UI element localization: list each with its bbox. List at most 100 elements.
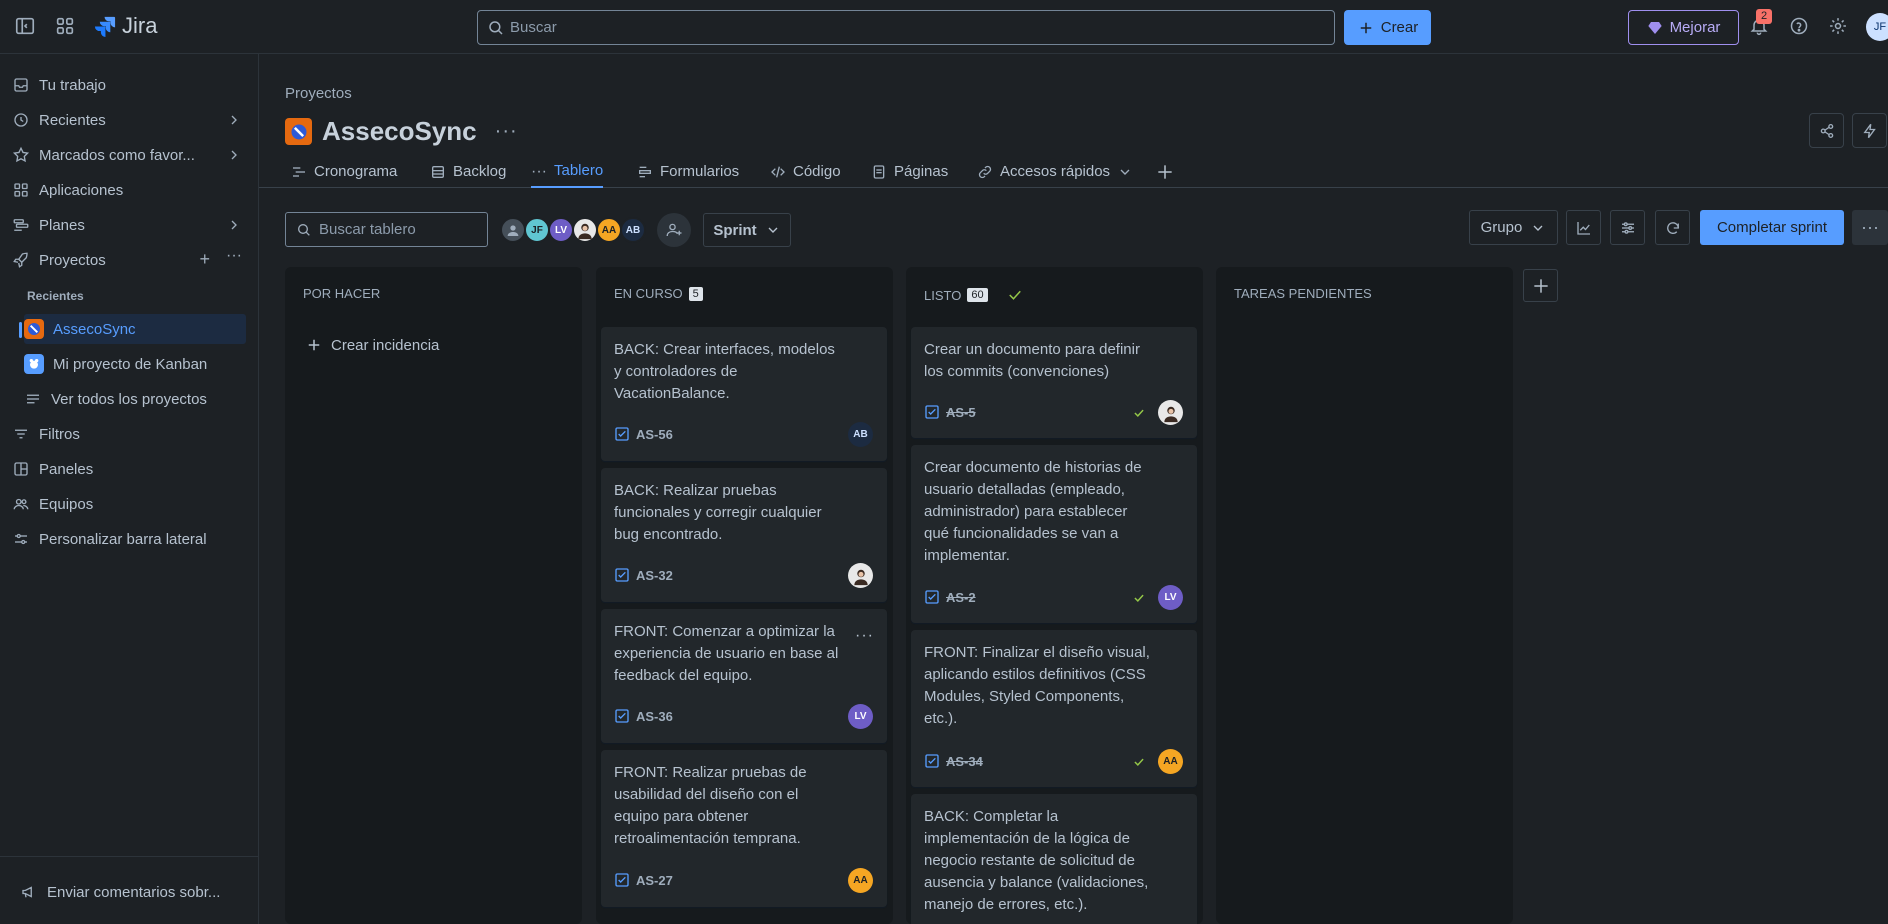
issue-key[interactable]: AS-5	[924, 404, 976, 420]
column-header: POR HACER	[303, 286, 380, 301]
issue-card[interactable]: BACK: Realizar pruebas funcionales y cor…	[601, 468, 887, 602]
issue-card[interactable]: FRONT: Finalizar el diseño visual, aplic…	[911, 630, 1197, 787]
assignee-avatar[interactable]: AA	[1158, 749, 1183, 774]
project-more-icon[interactable]: ···	[495, 120, 518, 143]
assignee-avatar[interactable]: AA	[848, 868, 873, 893]
done-check-icon	[1132, 591, 1146, 605]
sidebar-item-recientes[interactable]: Recientes	[12, 105, 250, 135]
app-switcher-icon[interactable]	[54, 15, 76, 37]
forms-icon	[637, 164, 653, 180]
sidebar-item-personalizar[interactable]: Personalizar barra lateral	[12, 524, 250, 554]
tab-label: Formularios	[660, 163, 740, 180]
dashboard-icon	[12, 460, 30, 478]
sidebar-item-marcados[interactable]: Marcados como favor...	[12, 140, 250, 170]
sidebar-item-equipos[interactable]: Equipos	[12, 489, 250, 519]
assignee-avatar[interactable]: LV	[1158, 585, 1183, 610]
issue-card[interactable]: BACK: Completar la implementación de la …	[911, 794, 1197, 924]
board-search-input[interactable]: Buscar tablero	[285, 212, 488, 247]
sprint-filter-dropdown[interactable]: Sprint	[703, 213, 791, 247]
sidebar-label: Recientes	[39, 111, 106, 129]
megaphone-icon	[20, 883, 38, 901]
sidebar-item-aplicaciones[interactable]: Aplicaciones	[12, 175, 250, 205]
assignee-avatar[interactable]: AB	[848, 422, 873, 447]
more-options-icon[interactable]: ···	[226, 247, 242, 265]
tab-accesos-rapidos[interactable]: Accesos rápidos	[977, 155, 1133, 188]
tab-codigo[interactable]: Código	[770, 155, 841, 188]
create-button-label: Crear	[1380, 19, 1419, 36]
avatar-filter[interactable]: LV	[548, 217, 574, 243]
issue-card[interactable]: FRONT: Realizar pruebas de usabilidad de…	[601, 750, 887, 907]
chevron-right-icon	[226, 147, 242, 163]
board-dots-icon: ···	[531, 162, 547, 180]
add-column-button[interactable]	[1523, 269, 1558, 302]
sidebar-item-filtros[interactable]: Filtros	[12, 419, 250, 449]
tab-backlog[interactable]: Backlog	[430, 155, 506, 188]
task-checkbox-icon	[924, 753, 940, 769]
sidebar-label: Mi proyecto de Kanban	[53, 355, 208, 373]
user-avatar[interactable]: JF	[1866, 13, 1888, 41]
issue-count-badge: 60	[967, 288, 988, 302]
issue-key[interactable]: AS-36	[614, 708, 673, 724]
card-more-icon[interactable]: ···	[855, 627, 874, 645]
photo-avatar-icon[interactable]	[848, 563, 873, 588]
avatar-filter[interactable]: AA	[596, 217, 622, 243]
top-navigation-bar: Jira Buscar Crear Mejorar 2 JF	[0, 0, 1888, 54]
photo-avatar-icon[interactable]	[572, 217, 598, 243]
sidebar-item-paneles[interactable]: Paneles	[12, 454, 250, 484]
recent-projects-heading: Recientes	[27, 289, 84, 303]
global-search-input[interactable]: Buscar	[477, 10, 1335, 45]
group-by-dropdown[interactable]: Grupo	[1469, 210, 1558, 245]
issue-card[interactable]: BACK: Crear interfaces, modelos y contro…	[601, 327, 887, 461]
create-issue-button[interactable]: Crear incidencia	[305, 336, 439, 354]
board-more-icon[interactable]: ···	[1852, 210, 1888, 245]
task-checkbox-icon	[614, 872, 630, 888]
tab-label: Tablero	[553, 162, 604, 179]
sidebar-label: Equipos	[39, 495, 94, 513]
add-people-icon[interactable]	[657, 213, 691, 247]
settings-gear-icon[interactable]	[1828, 16, 1850, 38]
automation-lightning-icon[interactable]	[1852, 113, 1887, 148]
sidebar-item-tu-trabajo[interactable]: Tu trabajo	[12, 70, 250, 100]
assignee-avatar[interactable]: LV	[848, 704, 873, 729]
add-project-icon[interactable]: +	[199, 249, 210, 270]
issue-card[interactable]: Crear un documento para definir los comm…	[911, 327, 1197, 438]
sidebar-label: Enviar comentarios sobr...	[47, 883, 221, 901]
photo-avatar-icon[interactable]	[1158, 400, 1183, 425]
issue-key[interactable]: AS-2	[924, 589, 976, 605]
share-icon[interactable]	[1809, 113, 1844, 148]
upgrade-button[interactable]: Mejorar	[1628, 10, 1739, 45]
send-feedback-button[interactable]: Enviar comentarios sobr...	[20, 877, 240, 907]
complete-sprint-button[interactable]: Completar sprint	[1700, 210, 1844, 245]
avatar-filter[interactable]: AB	[620, 217, 646, 243]
refresh-icon[interactable]	[1655, 210, 1690, 245]
chevron-down-icon	[1533, 225, 1543, 231]
sidebar-item-ver-todos[interactable]: Ver todos los proyectos	[24, 384, 246, 414]
task-checkbox-icon	[924, 404, 940, 420]
issue-key[interactable]: AS-32	[614, 567, 673, 583]
sidebar-item-proyectos[interactable]: Proyectos + ···	[12, 245, 250, 275]
breadcrumb[interactable]: Proyectos	[285, 85, 352, 102]
issue-key[interactable]: AS-56	[614, 426, 673, 442]
unassigned-avatar-icon[interactable]	[500, 217, 526, 243]
insights-chart-icon[interactable]	[1566, 210, 1601, 245]
search-icon	[487, 19, 505, 37]
create-button[interactable]: Crear	[1344, 10, 1431, 45]
view-settings-icon[interactable]	[1610, 210, 1645, 245]
tab-paginas[interactable]: Páginas	[871, 155, 948, 188]
sidebar-toggle-icon[interactable]	[14, 15, 36, 37]
backlog-icon	[430, 164, 446, 180]
issue-card[interactable]: FRONT: Comenzar a optimizar la experienc…	[601, 609, 887, 743]
jira-logo[interactable]: Jira	[94, 13, 157, 39]
sidebar-item-kanban[interactable]: Mi proyecto de Kanban	[24, 349, 246, 379]
issue-card[interactable]: Crear documento de historias de usuario …	[911, 445, 1197, 623]
avatar-filter[interactable]: JF	[524, 217, 550, 243]
add-tab-icon[interactable]	[1155, 155, 1175, 188]
issue-key[interactable]: AS-34	[924, 753, 983, 769]
issue-key[interactable]: AS-27	[614, 872, 673, 888]
tab-formularios[interactable]: Formularios	[637, 155, 739, 188]
sidebar-item-assecosync[interactable]: AssecoSync	[24, 314, 246, 344]
tab-cronograma[interactable]: Cronograma	[291, 155, 397, 188]
help-icon[interactable]	[1789, 16, 1811, 38]
tab-tablero[interactable]: ··· Tablero	[531, 155, 604, 188]
sidebar-item-planes[interactable]: Planes	[12, 210, 250, 240]
